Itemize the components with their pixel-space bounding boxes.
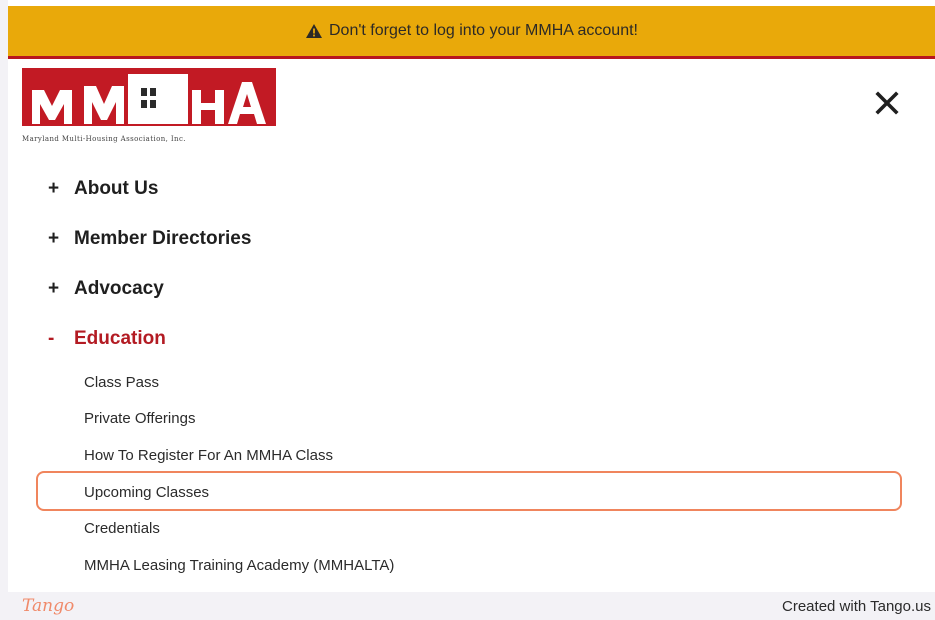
close-icon	[875, 91, 899, 115]
expand-icon: +	[48, 278, 60, 299]
menu-item-label: Advocacy	[74, 278, 164, 299]
submenu-item-private-offerings[interactable]: Private Offerings	[84, 406, 195, 430]
menu-item-about-us[interactable]: + About Us	[48, 174, 158, 204]
close-menu-button[interactable]	[870, 86, 904, 120]
mmha-logo-graphic: Maryland Multi-Housing Association, Inc.	[22, 68, 276, 143]
warning-icon	[306, 24, 322, 38]
submenu-item-how-to-register[interactable]: How To Register For An MMHA Class	[84, 443, 333, 467]
tango-logo: Tango	[22, 596, 75, 616]
submenu-item-class-pass[interactable]: Class Pass	[84, 370, 159, 394]
expand-icon: +	[48, 178, 60, 199]
menu-item-member-directories[interactable]: + Member Directories	[48, 224, 251, 254]
submenu-item-leasing-training-academy[interactable]: MMHA Leasing Training Academy (MMHALTA)	[84, 553, 394, 577]
banner-text: Don't forget to log into your MMHA accou…	[329, 22, 638, 39]
menu-item-education[interactable]: - Education	[48, 324, 166, 354]
login-reminder-banner[interactable]: Don't forget to log into your MMHA accou…	[8, 6, 935, 59]
menu-item-label: Member Directories	[74, 228, 252, 249]
submenu-item-credentials[interactable]: Credentials	[84, 516, 160, 540]
logo-tagline: Maryland Multi-Housing Association, Inc.	[22, 135, 186, 143]
page-frame: Don't forget to log into your MMHA accou…	[8, 0, 935, 592]
menu-item-advocacy[interactable]: + Advocacy	[48, 274, 164, 304]
submenu-item-upcoming-classes[interactable]: Upcoming Classes	[84, 480, 209, 504]
mmha-logo[interactable]: Maryland Multi-Housing Association, Inc.	[22, 68, 276, 148]
expand-icon: +	[48, 228, 60, 249]
collapse-icon: -	[48, 328, 55, 349]
tango-credit: Created with Tango.us	[782, 598, 931, 615]
menu-item-label: Education	[74, 328, 166, 349]
menu-item-label: About Us	[74, 178, 159, 199]
